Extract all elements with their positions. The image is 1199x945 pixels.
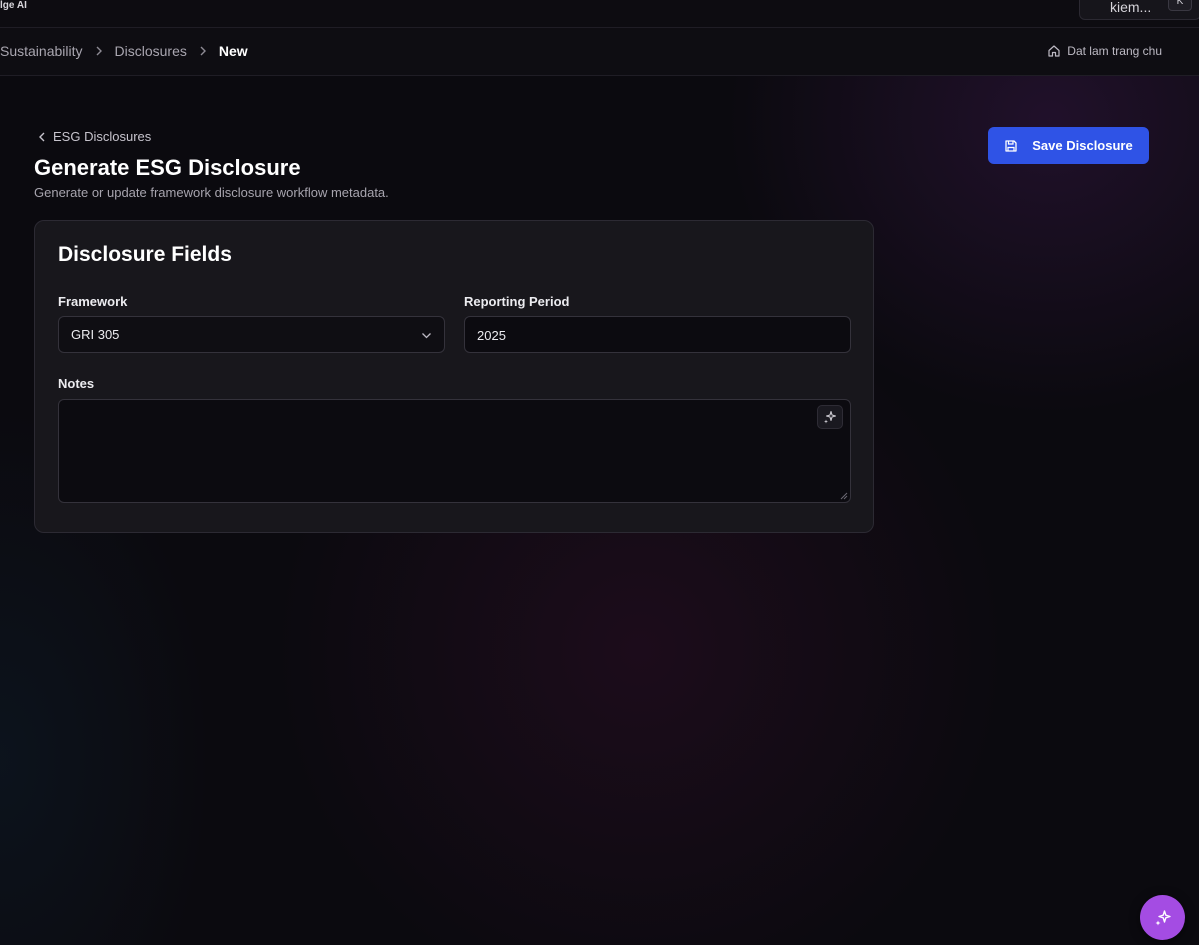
notes-textarea[interactable] <box>58 399 851 503</box>
global-search-button[interactable]: kiem... K <box>1079 0 1199 20</box>
chevron-right-icon <box>94 46 104 56</box>
reporting-period-label: Reporting Period <box>464 294 570 309</box>
set-homepage-button[interactable]: Dat lam trang chu <box>1047 44 1162 58</box>
page: lge AI kiem... K Sustainability Disclosu… <box>0 0 1199 945</box>
save-disclosure-button[interactable]: Save Disclosure <box>988 127 1149 164</box>
global-search-label: kiem... <box>1110 0 1152 15</box>
sparkles-icon <box>1155 909 1171 925</box>
back-link[interactable]: ESG Disclosures <box>37 129 151 144</box>
resize-handle-icon[interactable] <box>840 492 848 500</box>
breadcrumb: Sustainability Disclosures New <box>0 43 248 59</box>
chevron-left-icon <box>39 132 45 141</box>
page-title: Generate ESG Disclosure <box>34 155 301 180</box>
chevron-down-icon <box>422 333 431 339</box>
breadcrumb-item-sustainability[interactable]: Sustainability <box>0 43 83 59</box>
breadcrumb-bar: Sustainability Disclosures New Dat lam t… <box>0 28 1199 76</box>
top-strip: lge AI kiem... K <box>0 0 1199 28</box>
home-icon <box>1048 45 1060 57</box>
brand-label: lge AI <box>0 0 27 11</box>
disclosure-fields-card: Disclosure Fields Framework GRI 305 Repo… <box>34 220 874 533</box>
reporting-period-value: 2025 <box>477 328 506 343</box>
sparkles-icon <box>824 410 837 424</box>
framework-select[interactable]: GRI 305 <box>58 316 445 353</box>
card-title: Disclosure Fields <box>58 243 232 266</box>
breadcrumb-current: New <box>218 43 248 59</box>
framework-value: GRI 305 <box>71 327 120 342</box>
shortcut-key: K <box>1168 0 1192 11</box>
ai-assist-button[interactable] <box>817 405 843 429</box>
save-icon <box>1005 139 1017 152</box>
reporting-period-input[interactable]: 2025 <box>464 316 851 353</box>
set-homepage-label: Dat lam trang chu <box>1067 44 1162 58</box>
ai-assistant-fab[interactable] <box>1140 895 1185 940</box>
notes-label: Notes <box>58 376 95 391</box>
page-subtitle: Generate or update framework disclosure … <box>34 185 389 200</box>
back-link-label: ESG Disclosures <box>53 129 152 144</box>
save-disclosure-label: Save Disclosure <box>1032 138 1133 153</box>
breadcrumb-item-disclosures[interactable]: Disclosures <box>115 43 187 59</box>
framework-label: Framework <box>58 294 128 309</box>
chevron-right-icon <box>198 46 208 56</box>
